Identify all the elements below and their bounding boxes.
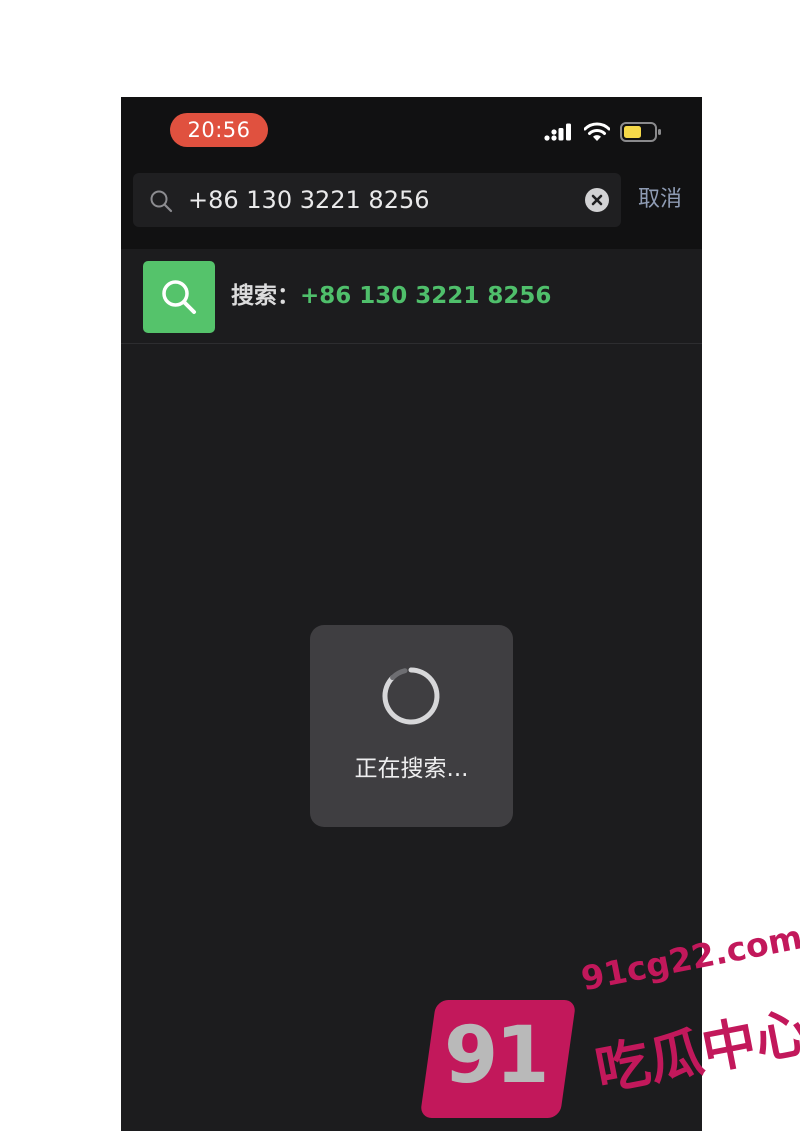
result-label: 搜索： [231, 283, 300, 309]
result-search-icon [143, 261, 215, 333]
loading-text: 正在搜索... [354, 756, 469, 782]
result-text: 搜索：+86 130 3221 8256 [231, 249, 551, 344]
loading-spinner-icon [382, 667, 440, 725]
watermark-logo: 91 91cg22.com 吃瓜中心 [419, 917, 800, 1131]
status-bar: 20:56 [121, 97, 702, 167]
cancel-button[interactable]: 取消 [638, 173, 682, 227]
search-icon [149, 189, 173, 217]
clear-icon[interactable] [585, 188, 609, 212]
result-query: +86 130 3221 8256 [300, 283, 552, 309]
page: 20:56 +86 130 3221 8256 取消 搜索：+86 130 32… [0, 0, 800, 1131]
search-input[interactable]: +86 130 3221 8256 [133, 173, 621, 227]
search-query-text: +86 130 3221 8256 [188, 186, 430, 214]
wifi-icon [583, 122, 611, 146]
watermark-url: 91cg22.com [578, 917, 800, 999]
search-result-row[interactable]: 搜索：+86 130 3221 8256 [121, 249, 702, 344]
status-icons [544, 121, 662, 147]
battery-icon [620, 121, 662, 147]
loading-toast: 正在搜索... [310, 625, 513, 827]
search-header: +86 130 3221 8256 取消 [121, 167, 702, 249]
watermark-title: 吃瓜中心 [590, 999, 800, 1103]
watermark-badge-text: 91 [444, 1011, 550, 1101]
status-time: 20:56 [170, 113, 268, 147]
cellular-signal-icon [544, 122, 574, 146]
